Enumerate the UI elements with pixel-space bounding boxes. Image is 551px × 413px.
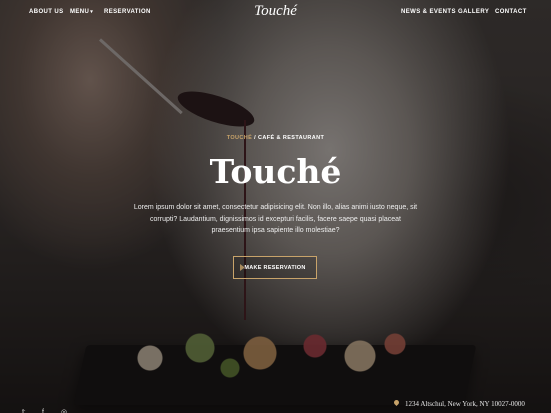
play-arrow-icon	[240, 264, 244, 271]
address-text: 1234 Altschul, New York, NY 10027-0000	[405, 400, 525, 408]
location-pin-icon	[392, 398, 401, 407]
kicker-subtitle: CAFÉ & RESTAURANT	[258, 135, 325, 141]
instagram-icon: ◎	[61, 409, 68, 413]
instagram-link[interactable]: ◎	[61, 401, 67, 413]
hero-kicker: TOUCHÉ / CAFÉ & RESTAURANT	[0, 135, 551, 141]
hero-description: Lorem ipsum dolor sit amet, consectetur …	[133, 204, 418, 234]
footer-address: 1234 Altschul, New York, NY 10027-0000	[392, 398, 525, 408]
nav-link-news-events[interactable]: NEWS & EVENTS	[401, 9, 456, 15]
facebook-link[interactable]: f	[42, 401, 44, 413]
nav-link-gallery[interactable]: GALLERY	[458, 9, 489, 15]
nav-link-contact[interactable]: CONTACT	[495, 9, 527, 15]
twitter-link[interactable]: 𝕥	[22, 401, 25, 413]
top-navigation: ABOUT US MENU▾ RESERVATION Touché NEWS &…	[0, 0, 551, 24]
facebook-icon: f	[42, 409, 44, 413]
twitter-icon: 𝕥	[22, 409, 26, 413]
make-reservation-button[interactable]: MAKE RESERVATION	[233, 256, 317, 279]
make-reservation-label: MAKE RESERVATION	[244, 264, 306, 271]
hero-title: Touché	[209, 152, 342, 191]
kicker-brand: TOUCHÉ	[226, 135, 253, 141]
